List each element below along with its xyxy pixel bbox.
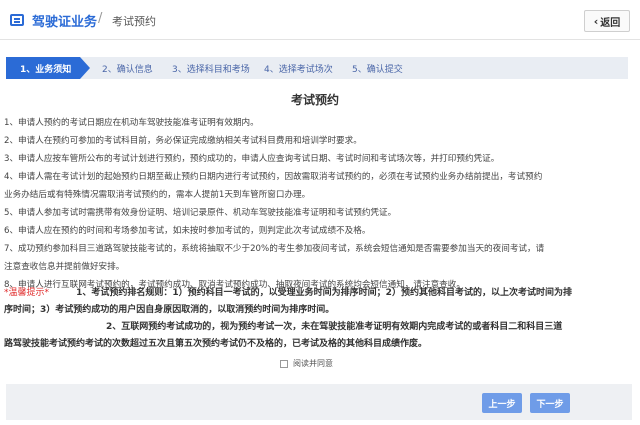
rules-list: 1、申请人预约的考试日期应在机动车驾驶技能准考证明有效期内。 2、申请人在预约可… [4, 114, 632, 294]
next-step-button[interactable]: 下一步 [530, 393, 570, 413]
tip-1-line-b: 序时间；3）考试预约成功的用户因自身原因取消的，以取消预约时间为排序时间。 [4, 305, 335, 315]
tip-2-line-b: 路驾驶技能考试预约考试的次数超过五次且第五次预约考试仍不及格的，已考试及格的其他… [4, 339, 428, 349]
page-title: 驾驶证业务 [32, 15, 98, 30]
breadcrumb: 考试预约 [112, 15, 156, 28]
rule-line: 7、成功预约参加科目三道路驾驶技能考试的，系统将抽取不少于20%的考生参加夜间考… [4, 244, 545, 254]
tip-2-line-a: 2、互联网预约考试成功的，视为预约考试一次，未在驾驶技能准考证明有效期内完成考试… [106, 322, 563, 332]
rule-line: 2、申请人在预约可参加的考试科目前，务必保证完成缴纳相关考试科目费用和培训学时要… [4, 136, 362, 146]
prev-step-button[interactable]: 上一步 [482, 393, 522, 413]
rule-line: 6、申请人应在预约的时间和考场参加考试，如未按时参加考试的，则判定此次考试成绩不… [4, 226, 371, 236]
breadcrumb-separator: / [98, 11, 103, 26]
tip-1-line-a: 1、考试预约排名规则：1）预约科目一考试的，以受理业务时间为排序时间；2）预约其… [76, 288, 572, 298]
tips-label: *温馨提示* [4, 288, 50, 298]
agree-checkbox-row[interactable]: 阅读并同意 [280, 358, 333, 369]
chevron-left-icon: ‹ [593, 14, 599, 28]
warm-tips: *温馨提示* 1、考试预约排名规则：1）预约科目一考试的，以受理业务时间为排序时… [4, 285, 634, 353]
step-label: 5、确认提交 [352, 64, 403, 75]
step-5: 5、确认提交 [338, 57, 418, 79]
step-2: 2、确认信息 [80, 57, 158, 79]
step-3: 3、选择科目和考场 [158, 57, 250, 79]
tip-1: *温馨提示* 1、考试预约排名规则：1）预约科目一考试的，以受理业务时间为排序时… [4, 285, 634, 302]
notice-title: 考试预约 [290, 93, 339, 107]
step-label: 2、确认信息 [102, 64, 153, 75]
rule-line: 注意查收信息并提前做好安排。 [4, 262, 125, 272]
rule-line: 4、申请人需在考试计划的起始预约日期至截止预约日期内进行考试预约，因故需取消考试… [4, 172, 543, 182]
back-button[interactable]: ‹ 返回 [584, 10, 630, 32]
rule-line: 5、申请人参加考试时需携带有效身份证明、培训记录原件、机动车驾驶技能准考证明和考… [4, 208, 397, 218]
rule-line: 1、申请人预约的考试日期应在机动车驾驶技能准考证明有效期内。 [4, 118, 259, 128]
step-1: 1、业务须知 [6, 57, 90, 79]
step-label: 4、选择考试场次 [264, 64, 333, 75]
menu-icon[interactable] [10, 14, 24, 26]
agree-label: 阅读并同意 [293, 359, 333, 368]
step-progress-bar: 1、业务须知 2、确认信息 3、选择科目和考场 4、选择考试场次 5、确认提交 [6, 57, 628, 79]
page-header: 驾驶证业务 / 考试预约 ‹ 返回 [0, 0, 640, 40]
step-label: 1、业务须知 [20, 64, 72, 75]
step-label: 3、选择科目和考场 [172, 64, 250, 75]
rule-line: 3、申请人应按车管所公布的考试计划进行预约，预约成功的，申请人应查询考试日期、考… [4, 154, 500, 164]
rule-line: 业务办结后或有特殊情况需取消考试预约的，需本人提前1天到车管所窗口办理。 [4, 190, 311, 200]
step-4: 4、选择考试场次 [250, 57, 338, 79]
agree-checkbox[interactable] [280, 359, 288, 368]
back-button-label: 返回 [600, 17, 621, 29]
footer-bar: 上一步 下一步 [6, 384, 632, 420]
